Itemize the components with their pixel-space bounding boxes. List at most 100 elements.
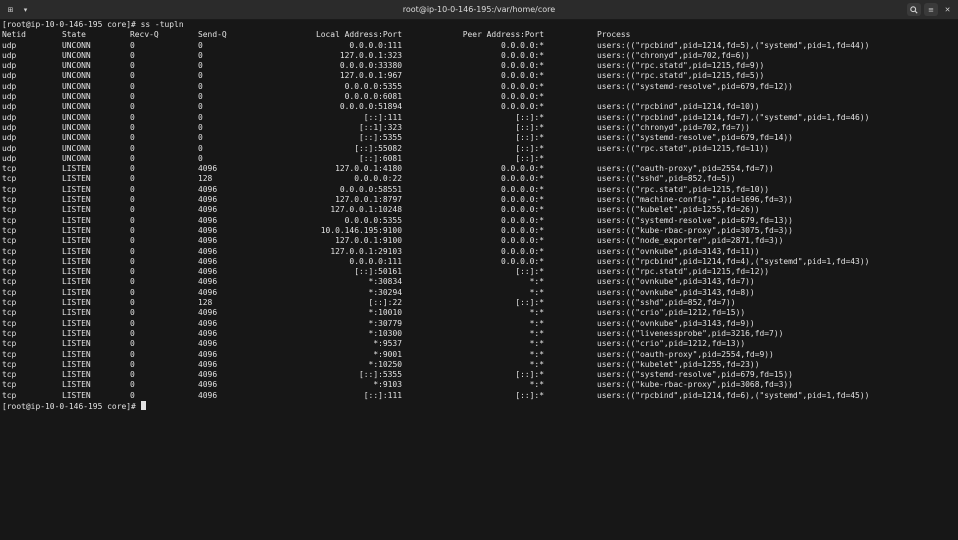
local-address-cell: *:10300 [368,328,402,338]
netid-cell: udp [2,92,17,102]
terminal-output[interactable]: [root@ip-10-0-146-195 core]# ss -tupln N… [0,20,958,540]
send-q-cell: 0 [198,153,203,163]
column-gap [544,82,597,92]
hamburger-menu-icon[interactable]: ≡ [924,3,938,16]
local-address-cell: 127.0.0.1:9100 [335,236,402,246]
netid-cell: udp [2,112,17,122]
table-row: tcp LISTEN 0 4096 *:10250 *:* users:(("kubelet… [2,360,958,370]
column-gap [544,391,597,401]
process-cell: users:(("rpcbind",pid=1214,fd=5),("syste… [597,40,870,50]
peer-address-cell: *:* [529,308,544,318]
peer-address-cell: 0.0.0.0:* [500,246,544,256]
recv-q-cell: 0 [130,349,135,359]
column-gap [544,205,597,215]
peer-address-cell: *:* [529,277,544,287]
column-gap [544,216,597,226]
state-cell: UNCONN [62,92,91,102]
table-row: udp UNCONN 0 0 [::]:6081 [::]:* [2,154,958,164]
local-address-cell: 0.0.0.0:51894 [339,102,402,112]
local-address-cell: [::]:22 [368,298,402,308]
netid-cell: tcp [2,267,17,277]
table-row: tcp LISTEN 0 4096 0.0.0.0:58551 0.0.0.0:* user… [2,185,958,195]
table-row: tcp LISTEN 0 4096 127.0.0.1:8797 0.0.0.0:* use… [2,195,958,205]
state-cell: UNCONN [62,61,91,71]
process-cell: users:(("rpcbind",pid=1214,fd=10)) [597,102,760,112]
send-q-cell: 0 [198,92,203,102]
recv-q-cell: 0 [130,92,135,102]
state-cell: LISTEN [62,318,91,328]
netid-cell: udp [2,143,17,153]
netid-cell: udp [2,133,17,143]
recv-q-cell: 0 [130,205,135,215]
table-row: tcp LISTEN 0 128 [::]:22 [::]:* users:(("sshd"… [2,298,958,308]
peer-address-cell: *:* [529,339,544,349]
table-row: tcp LISTEN 0 4096 *:30779 *:* users:(("ovnkube… [2,319,958,329]
recv-q-cell: 0 [130,370,135,380]
column-gap [544,360,597,370]
process-cell: users:(("ovnkube",pid=3143,fd=9)) [597,318,755,328]
local-address-cell: *:9001 [373,349,402,359]
process-cell: users:(("kubelet",pid=1255,fd=26)) [597,205,760,215]
state-cell: UNCONN [62,71,91,81]
column-gap [544,185,597,195]
netid-cell: tcp [2,256,17,266]
send-q-cell: 4096 [198,256,218,266]
peer-address-cell: *:* [529,287,544,297]
state-cell: UNCONN [62,122,91,132]
netid-cell: tcp [2,184,17,194]
state-cell: UNCONN [62,112,91,122]
peer-address-cell: [::]:* [515,143,544,153]
local-address-cell: [::]:5355 [358,133,402,143]
recv-q-cell: 0 [130,267,135,277]
state-cell: LISTEN [62,328,91,338]
netid-cell: tcp [2,287,17,297]
peer-address-cell: 0.0.0.0:* [500,184,544,194]
column-gap [544,71,597,81]
recv-q-cell: 0 [130,328,135,338]
process-cell: users:(("chronyd",pid=702,fd=7)) [597,122,750,132]
state-cell: LISTEN [62,267,91,277]
peer-address-cell: [::]:* [515,153,544,163]
column-gap [544,247,597,257]
table-row: tcp LISTEN 0 4096 [::]:5355 [::]:* users:(("sy… [2,370,958,380]
state-cell: LISTEN [62,174,91,184]
titlebar-right-controls: ≡ ✕ [907,3,954,16]
recv-q-cell: 0 [130,133,135,143]
header-gap [544,30,597,40]
peer-address-cell: 0.0.0.0:* [500,92,544,102]
peer-address-cell: [::]:* [515,112,544,122]
search-icon[interactable] [907,3,921,16]
process-cell: users:(("rpc.statd",pid=1215,fd=12)) [597,267,770,277]
close-icon[interactable]: ✕ [941,3,954,16]
socket-list: udp UNCONN 0 0 0.0.0.0:111 0.0.0.0:* users:(("… [2,41,958,401]
netid-cell: udp [2,122,17,132]
local-address-cell: [::]:6081 [358,153,402,163]
netid-cell: tcp [2,328,17,338]
local-address-cell: *:30834 [368,277,402,287]
local-address-cell: 0.0.0.0:22 [354,174,402,184]
column-gap [544,195,597,205]
table-header: Netid State Recv-Q Send-Q Local Address:… [2,30,958,40]
netid-cell: tcp [2,380,17,390]
recv-q-cell: 0 [130,164,135,174]
process-cell: users:(("systemd-resolve",pid=679,fd=12)… [597,81,793,91]
shell-prompt[interactable]: [root@ip-10-0-146-195 core]# [2,400,958,411]
send-q-cell: 4096 [198,359,218,369]
process-cell: users:(("rpc.statd",pid=1215,fd=11)) [597,143,770,153]
process-cell: users:(("crio",pid=1212,fd=13)) [597,339,746,349]
column-gap [544,339,597,349]
process-cell: users:(("kube-rbac-proxy",pid=3068,fd=3)… [597,380,793,390]
peer-address-cell: 0.0.0.0:* [500,40,544,50]
send-q-cell: 4096 [198,195,218,205]
column-gap [544,102,597,112]
header-process: Process [597,30,631,40]
process-cell: users:(("chronyd",pid=702,fd=6)) [597,50,750,60]
column-gap [544,277,597,287]
state-cell: LISTEN [62,205,91,215]
send-q-cell: 4096 [198,328,218,338]
state-cell: UNCONN [62,81,91,91]
recv-q-cell: 0 [130,143,135,153]
recv-q-cell: 0 [130,153,135,163]
netid-cell: udp [2,61,17,71]
state-cell: LISTEN [62,164,91,174]
